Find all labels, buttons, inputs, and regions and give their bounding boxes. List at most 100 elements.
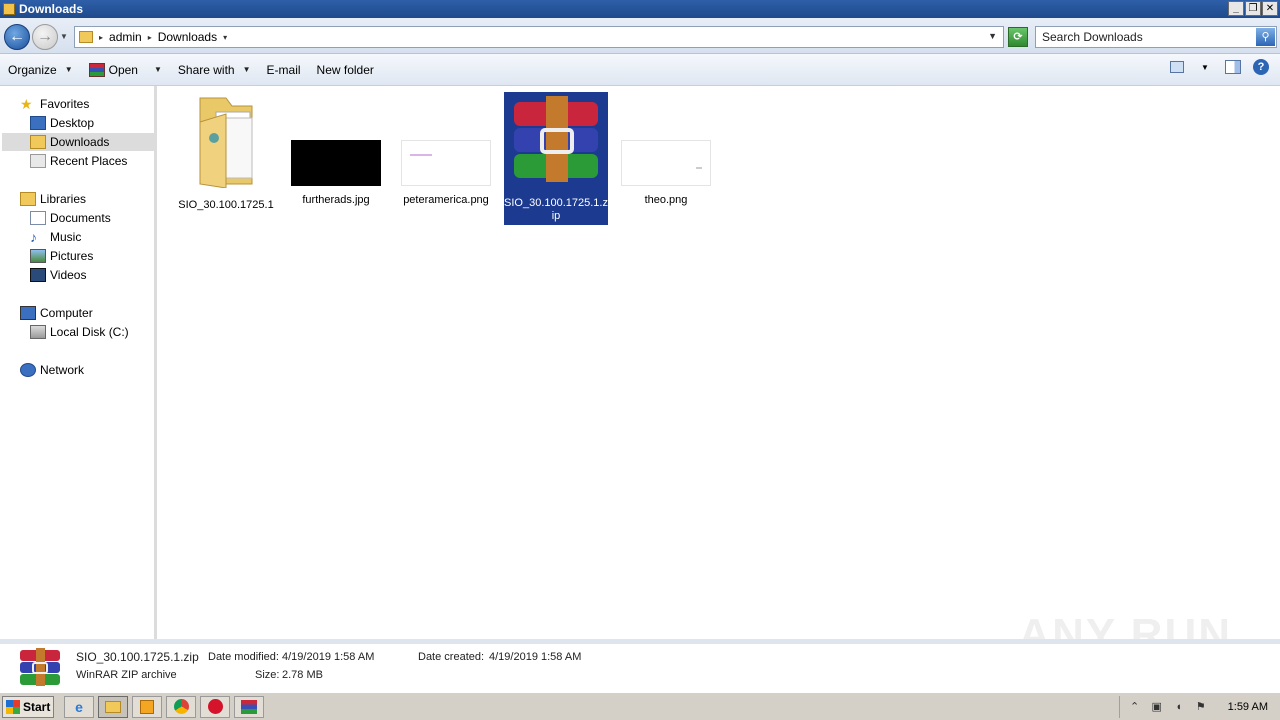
chrome-icon xyxy=(173,699,189,714)
preview-pane-icon xyxy=(1225,60,1241,74)
recent-places-icon xyxy=(30,154,46,168)
breadcrumb-admin[interactable]: admin xyxy=(109,30,142,44)
file-item-jpg[interactable]: furtherads.jpg xyxy=(284,92,388,207)
title-bar: Downloads _ ❐ ✕ xyxy=(0,0,1280,18)
file-item-zip[interactable]: SIO_30.100.1725.1.zip xyxy=(504,92,608,225)
file-item-png[interactable]: peteramerica.png xyxy=(394,92,498,207)
view-controls: ▼ ? xyxy=(1168,58,1280,76)
action-center-flag-icon[interactable]: ⚑ xyxy=(1194,700,1208,714)
start-button[interactable]: Start xyxy=(2,695,54,718)
file-name: furtherads.jpg xyxy=(302,194,370,206)
back-button[interactable]: ← xyxy=(4,24,30,50)
taskbar-ie-button[interactable]: e xyxy=(64,695,94,718)
details-created-value: 4/19/2019 1:58 AM xyxy=(489,651,582,663)
chevron-right-icon[interactable]: ▸ xyxy=(148,33,152,42)
show-hidden-icons-icon[interactable]: ⌃ xyxy=(1128,700,1142,714)
forward-button[interactable]: → xyxy=(32,24,58,50)
chevron-down-icon[interactable]: ▼ xyxy=(154,65,162,74)
restore-button[interactable]: ❐ xyxy=(1245,1,1261,16)
nav-pictures[interactable]: Pictures xyxy=(30,247,93,265)
winrar-archive-icon xyxy=(514,96,598,182)
taskbar-winrar-button[interactable] xyxy=(234,695,264,718)
nav-computer[interactable]: Computer xyxy=(20,304,93,322)
downloads-folder-icon xyxy=(30,135,46,149)
recent-pages-dropdown-icon[interactable]: ▼ xyxy=(60,32,68,41)
file-name: SIO_30.100.1725.1.zip xyxy=(504,197,608,222)
taskbar-explorer-button[interactable] xyxy=(98,695,128,718)
email-button[interactable]: E-mail xyxy=(259,58,309,82)
search-input[interactable] xyxy=(1042,30,1242,44)
help-button[interactable]: ? xyxy=(1252,58,1270,76)
taskbar: Start e ⌃ ▣ ◖ ⚑ 1:59 AM xyxy=(0,692,1280,720)
taskbar-chrome-button[interactable] xyxy=(166,695,196,718)
details-modified-label: Date modified: xyxy=(208,651,279,663)
explorer-folder-icon xyxy=(105,700,121,713)
refresh-button[interactable]: ⟳ xyxy=(1008,27,1028,47)
file-item-png[interactable]: theo.png xyxy=(614,92,718,207)
volume-icon[interactable]: ◖ xyxy=(1172,700,1186,714)
open-button[interactable]: Open ▼ xyxy=(81,58,170,82)
folder-icon xyxy=(199,97,253,189)
nav-music[interactable]: ♪ Music xyxy=(30,228,81,246)
email-label: E-mail xyxy=(266,62,301,77)
new-folder-label: New folder xyxy=(316,62,374,77)
file-name: SIO_30.100.1725.1 xyxy=(178,199,274,211)
breadcrumb-downloads[interactable]: Downloads xyxy=(158,30,217,44)
details-created-label: Date created: xyxy=(418,651,485,663)
nav-desktop[interactable]: Desktop xyxy=(30,114,94,132)
details-size-value: 2.78 MB xyxy=(282,669,323,681)
minimize-button[interactable]: _ xyxy=(1228,1,1244,16)
nav-documents[interactable]: Documents xyxy=(30,209,111,227)
image-thumbnail xyxy=(401,140,491,186)
nav-downloads[interactable]: Downloads xyxy=(2,133,156,151)
share-with-button[interactable]: Share with ▼ xyxy=(170,58,259,82)
taskbar-media-player-button[interactable] xyxy=(132,695,162,718)
system-tray: ⌃ ▣ ◖ ⚑ 1:59 AM xyxy=(1118,696,1280,718)
star-icon: ★ xyxy=(20,96,33,112)
details-size-label: Size: xyxy=(255,669,280,681)
search-icon[interactable]: ⚲ xyxy=(1256,28,1275,46)
details-modified-value: 4/19/2019 1:58 AM xyxy=(282,651,375,663)
chevron-down-icon: ▼ xyxy=(64,65,73,74)
winrar-icon xyxy=(241,699,257,714)
open-label: Open xyxy=(108,62,138,77)
file-name: theo.png xyxy=(644,194,688,206)
taskbar-opera-button[interactable] xyxy=(200,695,230,718)
view-options-dropdown[interactable]: ▼ xyxy=(1196,58,1214,76)
opera-icon xyxy=(207,699,223,714)
address-bar[interactable]: ▸ admin ▸ Downloads ▾ ▼ xyxy=(74,26,1004,48)
chevron-right-icon[interactable]: ▸ xyxy=(99,33,103,42)
chevron-down-icon: ▼ xyxy=(242,65,251,74)
nav-network[interactable]: Network xyxy=(20,361,84,379)
nav-recent-places[interactable]: Recent Places xyxy=(30,152,127,170)
arrow-right-icon: → xyxy=(37,28,53,45)
window-controls: _ ❐ ✕ xyxy=(1228,1,1278,16)
file-name: peteramerica.png xyxy=(403,194,489,206)
new-folder-button[interactable]: New folder xyxy=(309,58,382,82)
image-thumbnail xyxy=(291,140,381,186)
change-view-button[interactable] xyxy=(1168,58,1186,76)
folder-icon xyxy=(79,31,93,43)
chevron-down-icon[interactable]: ▾ xyxy=(223,33,227,42)
computer-icon xyxy=(20,306,36,320)
search-box: ⚲ xyxy=(1035,26,1277,48)
nav-videos[interactable]: Videos xyxy=(30,266,86,284)
close-button[interactable]: ✕ xyxy=(1262,1,1278,16)
share-with-label: Share with xyxy=(177,62,235,77)
nav-libraries[interactable]: Libraries xyxy=(20,190,86,208)
network-tray-icon[interactable]: ▣ xyxy=(1150,700,1164,714)
view-icon xyxy=(1170,61,1184,73)
details-file-name: SIO_30.100.1725.1.zip xyxy=(76,650,199,664)
nav-local-disk[interactable]: Local Disk (C:) xyxy=(30,323,129,341)
preview-pane-button[interactable] xyxy=(1224,58,1242,76)
folder-icon xyxy=(3,3,15,15)
address-dropdown-icon[interactable]: ▼ xyxy=(988,31,997,41)
clock[interactable]: 1:59 AM xyxy=(1228,701,1268,713)
media-player-icon xyxy=(140,699,154,714)
organize-button[interactable]: Organize ▼ xyxy=(0,58,81,82)
internet-explorer-icon: e xyxy=(75,698,83,715)
help-icon: ? xyxy=(1253,59,1269,75)
winrar-icon xyxy=(88,62,105,77)
nav-favorites[interactable]: ★ Favorites xyxy=(20,95,89,113)
file-item-folder[interactable]: SIO_30.100.1725.1 xyxy=(174,92,278,212)
